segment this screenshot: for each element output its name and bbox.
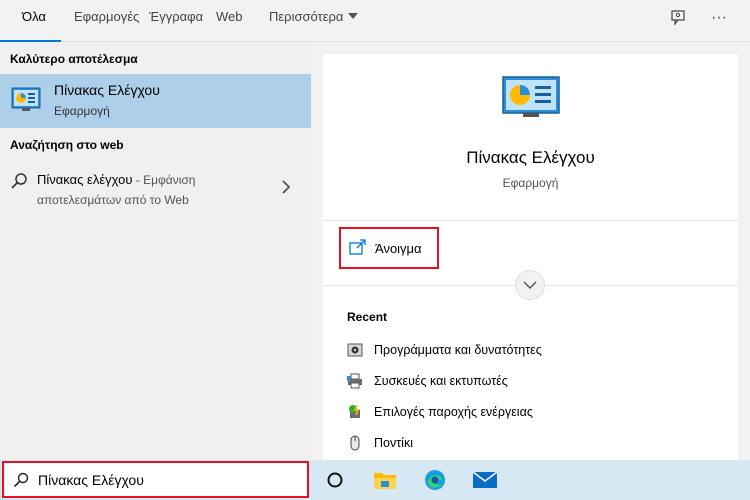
search-icon [13,472,29,488]
recent-item-devices[interactable]: Συσκευές και εκτυπωτές [347,372,727,394]
web-result-description: αποτελεσμάτων από το Web [37,193,189,207]
tab-more-label: Περισσότερα [269,9,344,24]
edge-icon[interactable] [420,465,450,495]
chevron-down-icon [523,280,537,289]
chevron-down-icon [348,13,359,19]
file-explorer-icon[interactable] [370,465,400,495]
web-result-text: Πίνακας ελέγχου - Εμφάνιση [37,172,195,187]
search-filter-bar: Όλα Εφαρμογές Έγγραφα Web Περισσότερα ··… [0,0,750,42]
recent-item-label: Προγράμματα και δυνατότητες [374,343,542,357]
printer-icon [347,373,362,389]
tab-apps[interactable]: Εφαρμογές [74,9,139,24]
app-title: Πίνακας Ελέγχου [466,148,595,167]
search-input[interactable] [38,472,298,488]
control-panel-icon [502,76,560,118]
expand-button[interactable] [515,270,545,300]
power-icon [349,404,360,418]
cortana-icon[interactable] [320,465,350,495]
best-match-subtitle: Εφαρμογή [54,104,110,118]
best-match-heading: Καλύτερο αποτέλεσμα [10,52,138,66]
web-result-suffix: - Εμφάνιση [132,173,196,187]
taskbar [0,460,750,500]
open-label: Άνοιγμα [375,241,422,256]
best-match-title: Πίνακας Ελέγχου [54,82,160,98]
web-search-result[interactable]: Πίνακας ελέγχου - Εμφάνιση αποτελεσμάτων… [0,160,311,216]
tab-all[interactable]: Όλα [22,9,46,24]
more-options-glyph: ··· [711,9,727,26]
recent-item-label: Ποντίκι [374,436,413,450]
recent-item-power[interactable]: Επιλογές παροχής ενέργειας [347,403,727,425]
recent-item-mouse[interactable]: Ποντίκι [347,434,727,456]
open-button[interactable]: Άνοιγμα [339,227,439,269]
search-icon [11,173,27,189]
taskbar-search-box[interactable] [2,461,309,498]
best-match-result[interactable]: Πίνακας Ελέγχου Εφαρμογή [0,74,311,128]
web-result-query: Πίνακας ελέγχου [37,172,133,187]
recent-heading: Recent [347,310,388,324]
app-type: Εφαρμογή [502,176,559,190]
tab-more[interactable]: Περισσότερα [269,9,359,24]
tab-web[interactable]: Web [216,9,243,24]
more-options-icon[interactable]: ··· [707,6,731,30]
control-panel-icon [11,87,41,113]
divider [323,220,738,221]
recent-item-programs[interactable]: Προγράμματα και δυνατότητες [347,341,727,363]
tab-documents[interactable]: Έγγραφα [149,9,203,24]
programs-icon [347,343,363,357]
recent-item-label: Επιλογές παροχής ενέργειας [374,405,533,419]
mouse-icon [350,435,360,451]
chevron-right-icon[interactable] [280,180,292,194]
mail-icon[interactable] [470,465,500,495]
feedback-icon[interactable] [666,6,690,30]
preview-panel: Πίνακας Ελέγχου Εφαρμογή Άνοιγμα Recent … [323,54,738,460]
open-external-icon [349,239,366,255]
results-panel: Καλύτερο αποτέλεσμα Πίνακας Ελέγχου Εφαρ… [0,42,311,460]
web-search-heading: Αναζήτηση στο web [10,138,124,152]
recent-item-label: Συσκευές και εκτυπωτές [374,374,508,388]
